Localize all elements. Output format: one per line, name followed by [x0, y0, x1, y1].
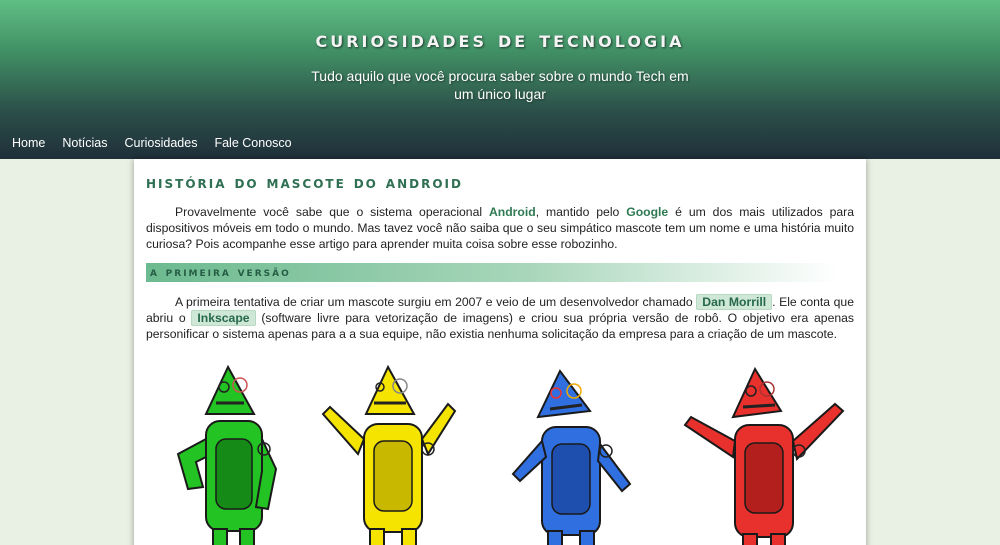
article-content: HISTÓRIA DO MASCOTE DO ANDROID Provavelm… — [134, 159, 866, 545]
intro-paragraph: Provavelmente você sabe que o sistema op… — [146, 204, 854, 252]
section-title-primeira-versao: A PRIMEIRA VERSÃO — [146, 263, 838, 282]
nav-item-curiosidades[interactable]: Curiosidades — [125, 136, 198, 150]
robot-yellow — [321, 364, 457, 545]
robot-illustration — [158, 359, 848, 545]
robot-blue — [511, 369, 632, 545]
section1-paragraph: A primeira tentativa de criar um mascote… — [146, 294, 854, 342]
nav-item-noticias[interactable]: Notícias — [62, 136, 107, 150]
nav-item-home[interactable]: Home — [12, 136, 45, 150]
google-highlight: Google — [626, 205, 669, 219]
software-tag: Inkscape — [191, 310, 256, 326]
site-subtitle: Tudo aquilo que você procura saber sobre… — [311, 68, 689, 102]
intro-text-1: Provavelmente você sabe que o sistema op… — [175, 205, 489, 219]
main-nav: Home Notícias Curiosidades Fale Conosco — [12, 136, 309, 150]
robot-red — [683, 366, 845, 545]
site-header: CURIOSIDADES DE TECNOLOGIA Tudo aquilo q… — [0, 0, 1000, 159]
android-highlight: Android — [488, 205, 536, 219]
robot-green — [176, 364, 278, 545]
person-tag: Dan Morrill — [696, 294, 773, 310]
nav-item-fale-conosco[interactable]: Fale Conosco — [214, 136, 291, 150]
article-title: HISTÓRIA DO MASCOTE DO ANDROID — [146, 173, 463, 193]
intro-text-2: , mantido pelo — [535, 205, 627, 219]
site-title: CURIOSIDADES DE TECNOLOGIA — [315, 27, 685, 53]
section1-text-1: A primeira tentativa de criar um mascote… — [175, 295, 697, 309]
